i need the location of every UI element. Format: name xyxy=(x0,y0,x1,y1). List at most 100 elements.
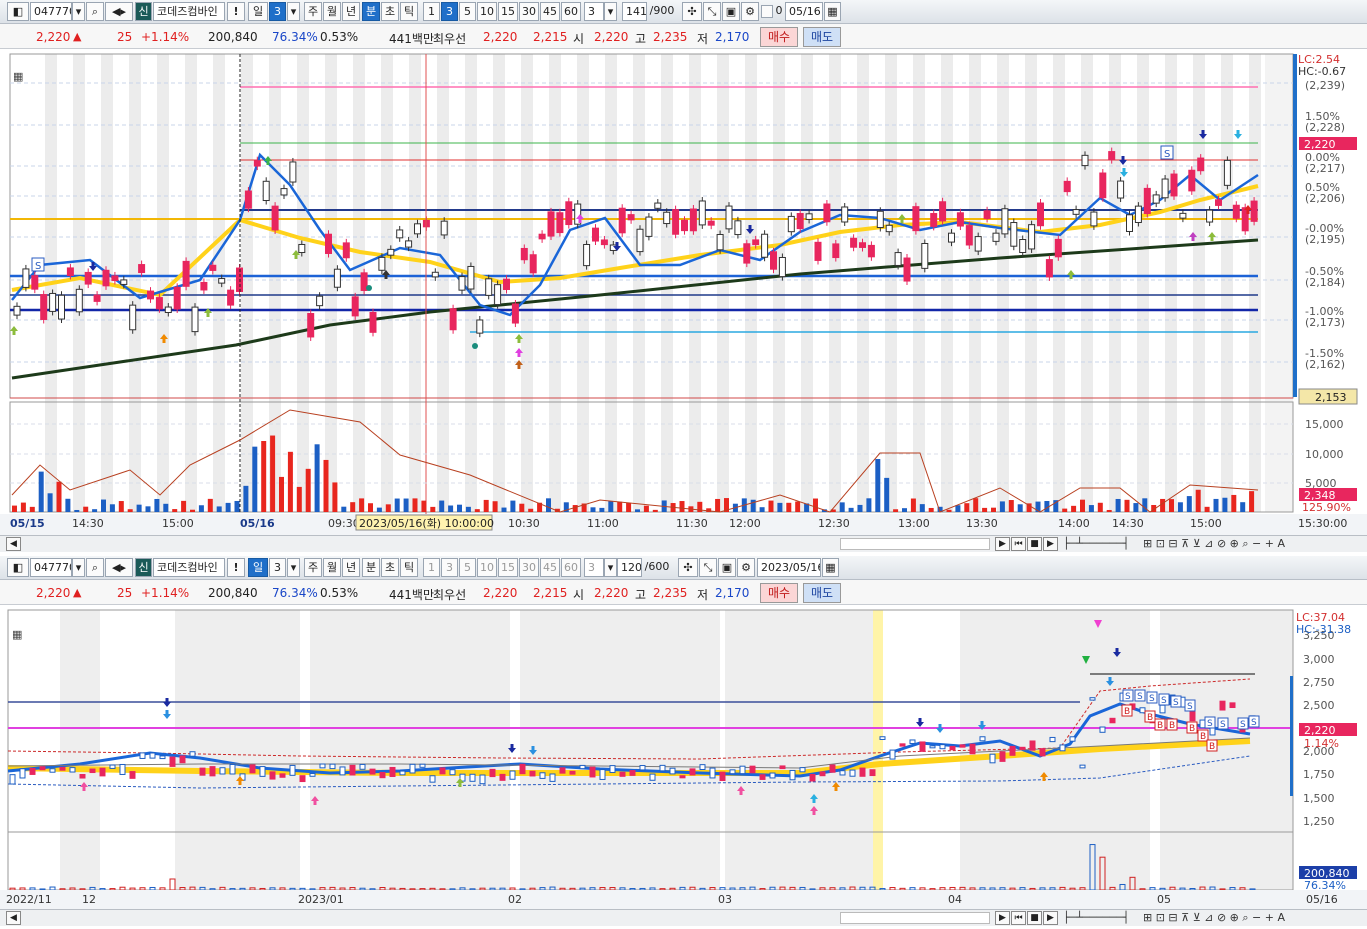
period-tick-button[interactable]: 틱 xyxy=(400,558,418,577)
interval-15-button[interactable]: 15 xyxy=(498,2,518,21)
interval-10-button[interactable]: 10 xyxy=(477,558,497,577)
chart-tools-icons[interactable]: ⊞ ⊡ ⊟ ⊼ ⊻ ⊿ ⊘ ⊕ ⌕ − + A xyxy=(1143,537,1285,551)
alert-button[interactable]: ! xyxy=(227,2,245,21)
top-chart-scrollbar[interactable]: ◀ ▶ ⏮ ■ ▶ ├─┴──────┤ ⊞ ⊡ ⊟ ⊼ ⊻ ⊿ ⊘ ⊕ ⌕ −… xyxy=(0,535,1367,552)
period-year-button[interactable]: 년 xyxy=(342,2,360,21)
alert-button[interactable]: ! xyxy=(227,558,245,577)
period-day-button[interactable]: 일 xyxy=(248,558,268,577)
daily-chart-svg[interactable]: ▦3,2503,0002,7502,5002,2502,0001,7501,50… xyxy=(0,606,1367,909)
period-year-button[interactable]: 년 xyxy=(342,558,360,577)
chart-tools-icons[interactable]: ⊞ ⊡ ⊟ ⊼ ⊻ ⊿ ⊘ ⊕ ⌕ − + A xyxy=(1143,911,1285,925)
period-second-button[interactable]: 초 xyxy=(381,2,399,21)
indicator-icon[interactable]: ✣ xyxy=(678,558,698,577)
interval-30-button[interactable]: 30 xyxy=(519,2,539,21)
scroll-right-icon[interactable]: ▶ xyxy=(995,537,1010,551)
volume-bar xyxy=(127,509,133,512)
gear-icon[interactable]: ⚙ xyxy=(741,2,759,21)
period-dropdown-icon[interactable]: ▾ xyxy=(287,558,300,577)
buy-button[interactable]: 매수 xyxy=(760,583,798,603)
interval-30-button[interactable]: 30 xyxy=(519,558,539,577)
interval-60-button[interactable]: 60 xyxy=(561,2,581,21)
scroll-left-icon[interactable]: ◀ xyxy=(6,537,21,551)
stop-icon[interactable]: ■ xyxy=(1027,911,1042,925)
play-icon[interactable]: ▶ xyxy=(1043,911,1058,925)
zoom-slider[interactable]: ├─┴──────┤ xyxy=(1063,911,1141,925)
scroll-thumb[interactable] xyxy=(840,912,990,924)
interval-1-button[interactable]: 1 xyxy=(423,2,440,21)
period-minute-button[interactable]: 분 xyxy=(362,2,380,21)
window-menu-icon[interactable]: ◧ xyxy=(7,558,29,577)
bar-count-input[interactable]: 141 xyxy=(622,2,647,21)
code-dropdown-icon[interactable]: ▾ xyxy=(72,2,85,21)
buy-button[interactable]: 매수 xyxy=(760,27,798,47)
date-input[interactable]: 2023/05/16 xyxy=(757,558,821,577)
interval-dropdown-icon[interactable]: ▾ xyxy=(604,558,617,577)
top-chart-area[interactable]: ▦ (2,239) 1.50% (2,228) 0.00% (2,217) 0.50% (2,… xyxy=(0,50,1367,535)
period-day-button[interactable]: 일 xyxy=(248,2,268,21)
volume-bar xyxy=(928,507,934,512)
play-icon[interactable]: ▶ xyxy=(1043,537,1058,551)
scroll-right-icon[interactable]: ▶ xyxy=(995,911,1010,925)
period-number[interactable]: 3 xyxy=(269,558,286,577)
sell-button[interactable]: 매도 xyxy=(803,27,841,47)
calendar-icon[interactable]: ▦ xyxy=(822,558,839,577)
zoom-slider[interactable]: ├─┴──────┤ xyxy=(1063,537,1141,551)
period-minute-button[interactable]: 분 xyxy=(362,558,380,577)
bar-count-input[interactable]: 120 xyxy=(617,558,642,577)
scroll-thumb[interactable] xyxy=(840,538,990,550)
bottom-chart-scrollbar[interactable]: ◀ ▶ ⏮ ■ ▶ ├─┴──────┤ ⊞ ⊡ ⊟ ⊼ ⊻ ⊿ ⊘ ⊕ ⌕ −… xyxy=(0,909,1367,926)
daily-candle xyxy=(539,772,546,779)
period-week-button[interactable]: 주 xyxy=(304,2,322,21)
interval-value-input[interactable]: 3 xyxy=(584,558,604,577)
interval-45-button[interactable]: 45 xyxy=(540,558,560,577)
window-menu-icon[interactable]: ◧ xyxy=(7,2,29,21)
interval-15-button[interactable]: 15 xyxy=(498,558,518,577)
drawing-tool-icon[interactable]: ⤡ xyxy=(703,2,721,21)
interval-5-button[interactable]: 5 xyxy=(459,558,476,577)
calendar-icon[interactable]: ▦ xyxy=(824,2,841,21)
period-month-button[interactable]: 월 xyxy=(323,558,341,577)
high-label: 고 xyxy=(635,588,647,602)
indicator-icon[interactable]: ✣ xyxy=(682,2,702,21)
candle-body xyxy=(155,297,163,310)
intraday-chart-svg[interactable]: ▦(2,239)1.50%(2,228)0.00%(2,217)0.50%(2,… xyxy=(0,50,1367,535)
interval-45-button[interactable]: 45 xyxy=(540,2,560,21)
rewind-icon[interactable]: ⏮ xyxy=(1011,537,1026,551)
interval-60-button[interactable]: 60 xyxy=(561,558,581,577)
interval-3-button[interactable]: 3 xyxy=(441,2,458,21)
bottom-chart-area[interactable]: ▦3,2503,0002,7502,5002,2502,0001,7501,50… xyxy=(0,606,1367,909)
stop-icon[interactable]: ■ xyxy=(1027,537,1042,551)
stock-name-field[interactable]: 코데즈컴바인 xyxy=(153,2,225,21)
period-dropdown-icon[interactable]: ▾ xyxy=(287,2,300,21)
save-icon[interactable]: ▣ xyxy=(718,558,736,577)
save-icon[interactable]: ▣ xyxy=(722,2,740,21)
sound-icon[interactable]: ◀▸ xyxy=(105,2,133,21)
interval-value-input[interactable]: 3 xyxy=(584,2,604,21)
interval-dropdown-icon[interactable]: ▾ xyxy=(604,2,617,21)
time-axis-label: 04 xyxy=(948,893,962,906)
drawing-tool-icon[interactable]: ⤡ xyxy=(699,558,717,577)
period-second-button[interactable]: 초 xyxy=(381,558,399,577)
scroll-left-icon[interactable]: ◀ xyxy=(6,911,21,925)
period-week-button[interactable]: 주 xyxy=(304,558,322,577)
search-icon[interactable]: ⌕ xyxy=(86,2,104,21)
daily-axis-label: 1,250 xyxy=(1303,815,1335,828)
zero-checkbox[interactable] xyxy=(761,5,773,18)
date-input[interactable]: 05/16 xyxy=(785,2,823,21)
sell-button[interactable]: 매도 xyxy=(803,583,841,603)
rewind-icon[interactable]: ⏮ xyxy=(1011,911,1026,925)
interval-10-button[interactable]: 10 xyxy=(477,2,497,21)
period-number[interactable]: 3 xyxy=(269,2,286,21)
period-month-button[interactable]: 월 xyxy=(323,2,341,21)
search-icon[interactable]: ⌕ xyxy=(86,558,104,577)
stock-name-field[interactable]: 코데즈컴바인 xyxy=(153,558,225,577)
sound-icon[interactable]: ◀▸ xyxy=(105,558,133,577)
gear-icon[interactable]: ⚙ xyxy=(737,558,755,577)
stock-code-input[interactable]: 047770 xyxy=(30,558,72,577)
interval-3-button[interactable]: 3 xyxy=(441,558,458,577)
interval-5-button[interactable]: 5 xyxy=(459,2,476,21)
period-tick-button[interactable]: 틱 xyxy=(400,2,418,21)
interval-1-button[interactable]: 1 xyxy=(423,558,440,577)
stock-code-input[interactable]: 047770 xyxy=(30,2,72,21)
code-dropdown-icon[interactable]: ▾ xyxy=(72,558,85,577)
